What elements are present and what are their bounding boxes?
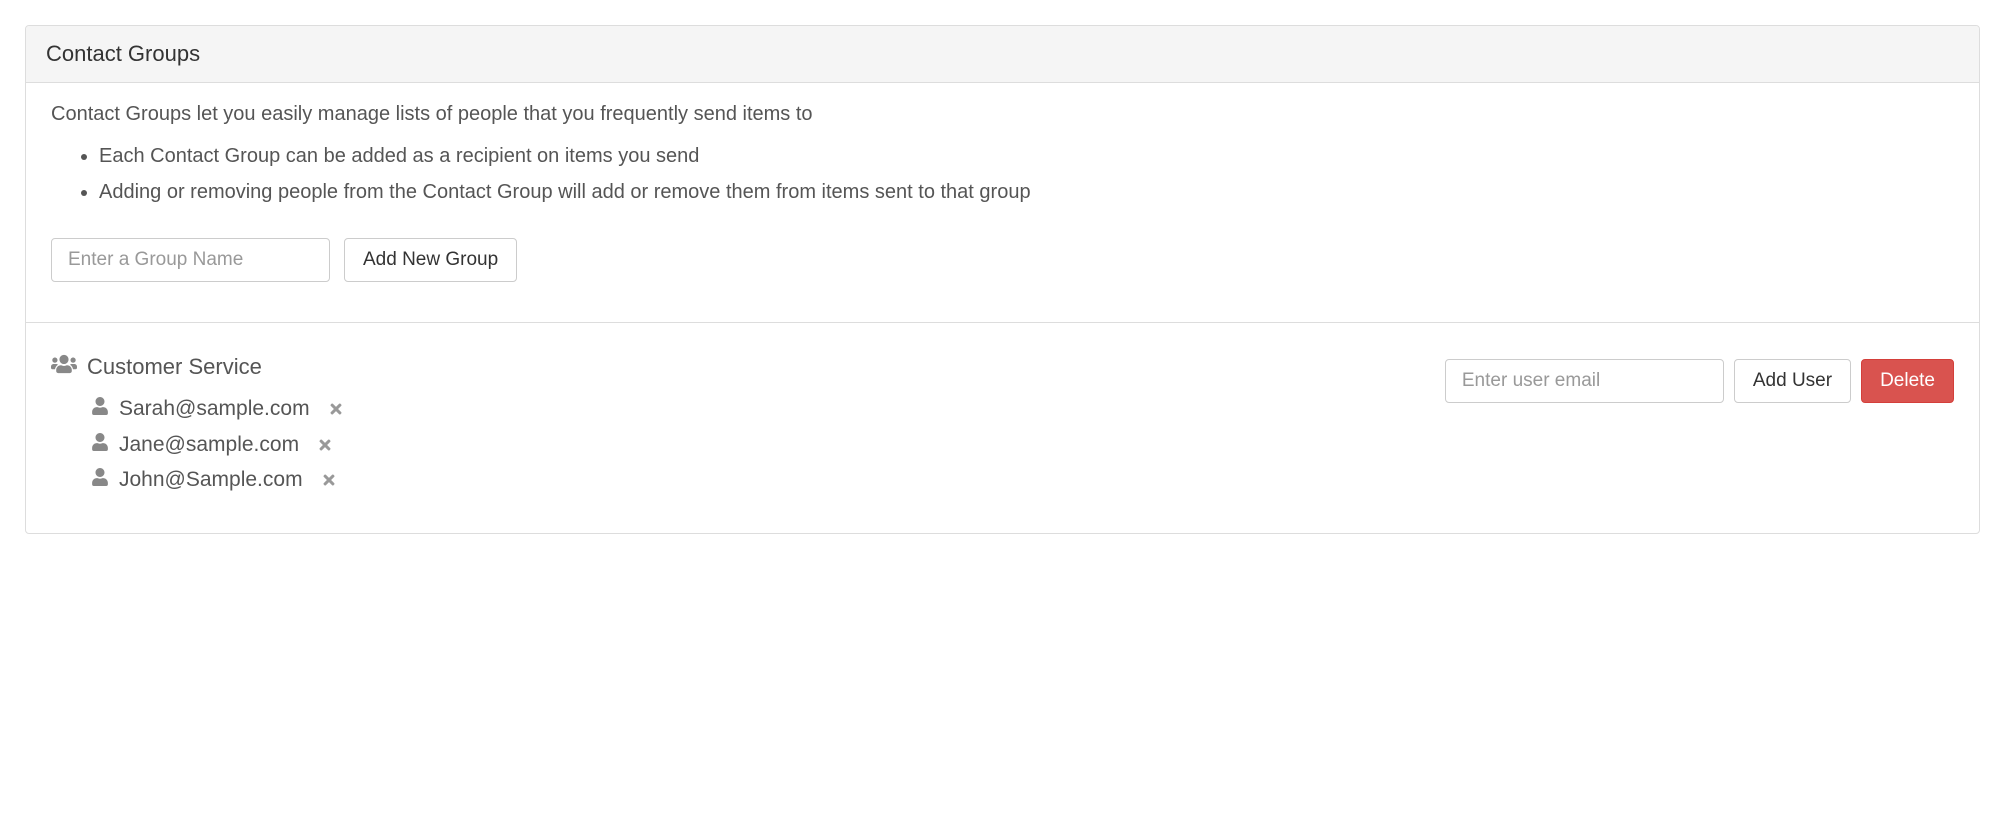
- member-item: John@Sample.com: [91, 462, 1445, 498]
- remove-member-icon[interactable]: [321, 472, 337, 488]
- member-email: Jane@sample.com: [119, 427, 299, 463]
- group-title-row: Customer Service: [51, 353, 1445, 381]
- member-email: Sarah@sample.com: [119, 391, 310, 427]
- intro-bullet: Each Contact Group can be added as a rec…: [99, 138, 1954, 174]
- panel-body: Contact Groups let you easily manage lis…: [26, 83, 1979, 322]
- delete-group-button[interactable]: Delete: [1861, 359, 1954, 403]
- group-name: Customer Service: [87, 354, 262, 380]
- member-item: Jane@sample.com: [91, 427, 1445, 463]
- group-section: Customer Service Sarah@sample.com: [26, 323, 1979, 533]
- group-details: Customer Service Sarah@sample.com: [51, 353, 1445, 498]
- users-icon: [51, 353, 77, 381]
- member-list: Sarah@sample.com Jane@sample.com: [51, 391, 1445, 498]
- group-actions: Add User Delete: [1445, 353, 1954, 403]
- panel-header: Contact Groups: [26, 26, 1979, 83]
- add-new-group-button[interactable]: Add New Group: [344, 238, 517, 282]
- panel-title: Contact Groups: [46, 41, 200, 66]
- group-name-input[interactable]: [51, 238, 330, 282]
- member-email: John@Sample.com: [119, 462, 303, 498]
- add-user-button[interactable]: Add User: [1734, 359, 1851, 403]
- member-item: Sarah@sample.com: [91, 391, 1445, 427]
- new-group-form: Add New Group: [51, 238, 1954, 282]
- intro-text: Contact Groups let you easily manage lis…: [51, 103, 1954, 126]
- remove-member-icon[interactable]: [328, 401, 344, 417]
- remove-member-icon[interactable]: [317, 437, 333, 453]
- intro-bullet: Adding or removing people from the Conta…: [99, 174, 1954, 210]
- user-email-input[interactable]: [1445, 359, 1724, 403]
- user-icon: [91, 427, 109, 463]
- contact-groups-panel: Contact Groups Contact Groups let you ea…: [25, 25, 1980, 534]
- intro-list: Each Contact Group can be added as a rec…: [51, 138, 1954, 210]
- user-icon: [91, 462, 109, 498]
- user-icon: [91, 391, 109, 427]
